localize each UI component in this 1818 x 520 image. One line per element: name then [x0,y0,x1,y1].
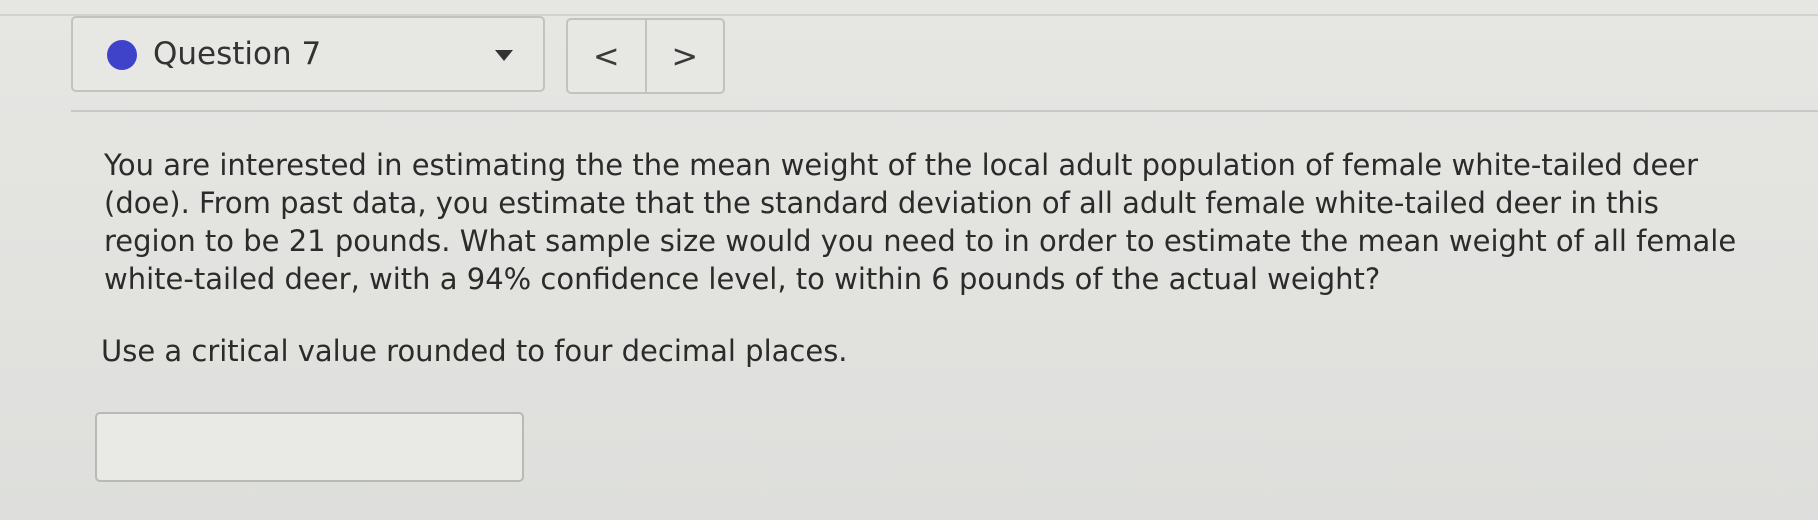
question-navigation: < > [566,18,725,94]
triangle-down-icon[interactable] [495,50,513,61]
header-divider [71,110,1818,112]
question-status-dot [107,40,137,70]
question-text: You are interested in estimating the the… [104,148,1737,296]
previous-question-button[interactable]: < [568,20,647,92]
question-title: Question 7 [153,36,322,72]
next-question-button[interactable]: > [647,20,724,92]
question-selector[interactable]: Question 7 [71,16,545,92]
answer-input[interactable] [95,412,524,482]
question-instruction: Use a critical value rounded to four dec… [101,334,848,368]
